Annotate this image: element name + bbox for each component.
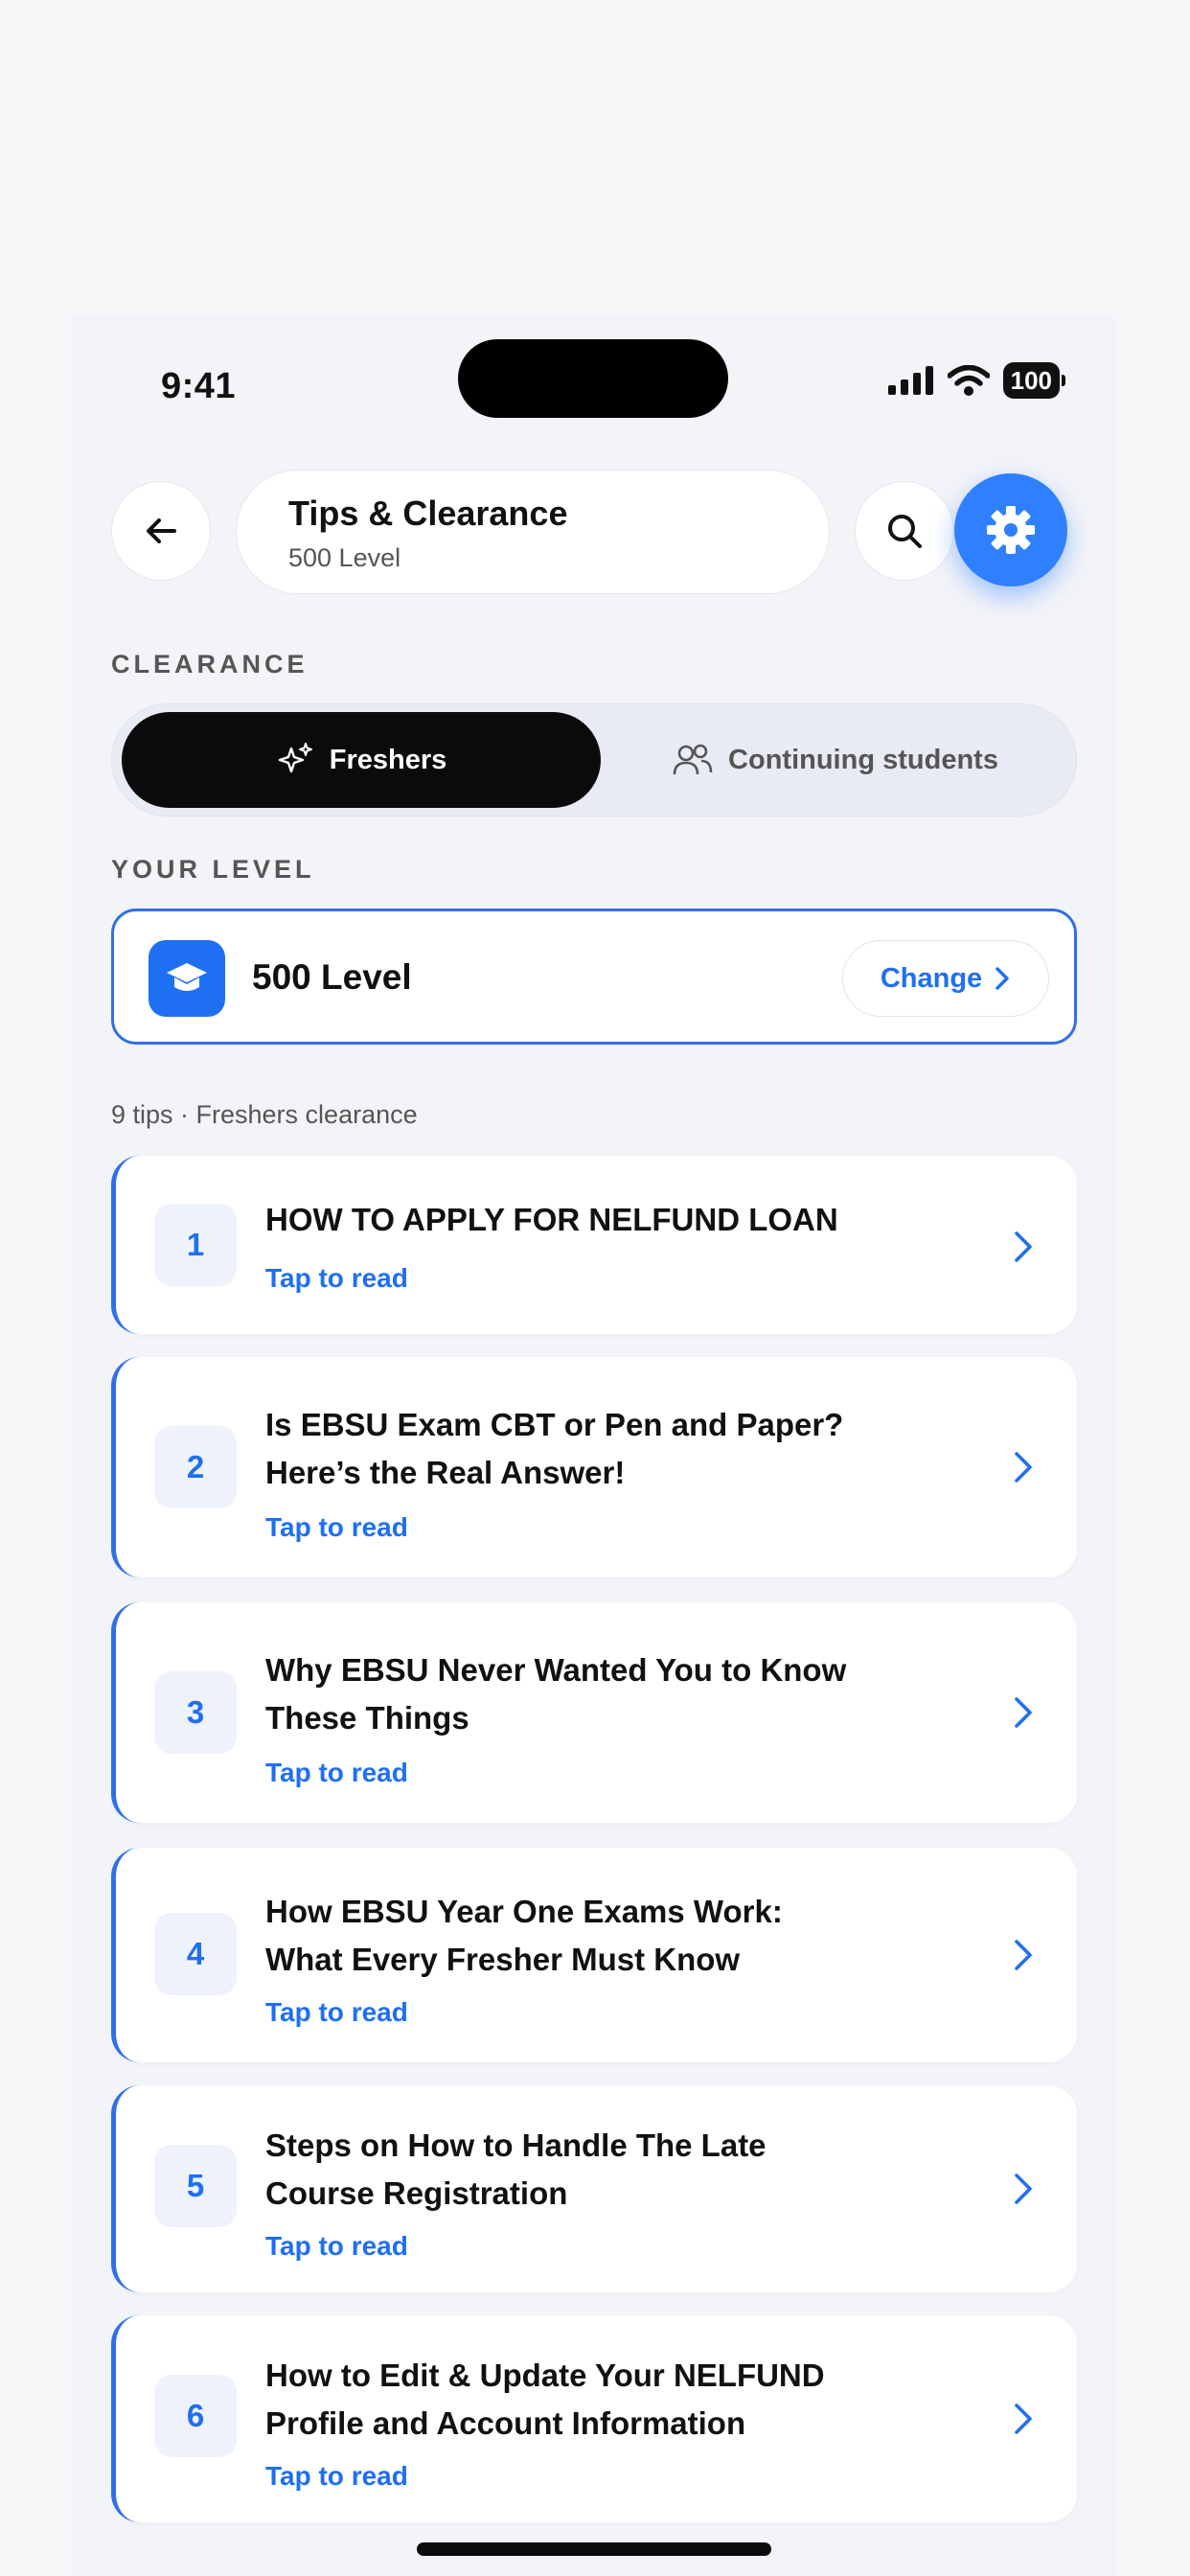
tip-title-line: What Every Fresher Must Know: [265, 1942, 741, 1977]
level-icon-box: [149, 940, 225, 1017]
settings-button[interactable]: [954, 473, 1067, 586]
header: Tips & Clearance 500 Level: [111, 470, 1077, 594]
title-pill: Tips & Clearance 500 Level: [236, 470, 830, 594]
clearance-section-label: CLEARANCE: [111, 650, 309, 678]
tip-title-line: Course Registration: [265, 2175, 568, 2211]
users-icon: [673, 744, 713, 775]
tip-title-line: Why EBSU Never Wanted You to Know: [265, 1652, 847, 1688]
tips-count: 9 tips · Freshers clearance: [111, 1100, 418, 1129]
app-screen: 9:41 100 Tips & Clearance 500 Level CLEA…: [71, 316, 1117, 2576]
tip-card[interactable]: 4 How EBSU Year One Exams Work: What Eve…: [111, 1848, 1077, 2062]
search-icon: [888, 515, 922, 548]
tip-card[interactable]: 3 Why EBSU Never Wanted You to Know Thes…: [111, 1602, 1077, 1823]
chevron-right-icon: [1015, 1231, 1032, 1262]
gear-icon: [987, 506, 1035, 554]
tip-title-line: HOW TO APPLY FOR NELFUND LOAN: [265, 1202, 838, 1237]
page-title: Tips & Clearance: [288, 494, 568, 533]
tip-title-line: How EBSU Year One Exams Work:: [265, 1894, 783, 1929]
change-level-button[interactable]: Change: [842, 940, 1049, 1017]
tip-action: Tap to read: [265, 1263, 408, 1293]
level-name: 500 Level: [252, 957, 412, 997]
chevron-right-icon: [1015, 1452, 1032, 1483]
chevron-right-icon: [995, 967, 1009, 990]
sparkles-icon: [278, 743, 312, 773]
tip-action: Tap to read: [265, 2231, 408, 2261]
tip-title: How to Edit & Update Your NELFUND Profil…: [265, 2352, 917, 2448]
chevron-right-icon: [1015, 1697, 1032, 1728]
chevron-right-icon: [1015, 1940, 1032, 1970]
battery-indicator: 100: [1002, 362, 1066, 399]
back-button[interactable]: [111, 481, 211, 581]
arrow-left-icon: [147, 518, 176, 543]
tip-title-line: Steps on How to Handle The Late: [265, 2128, 767, 2163]
tip-action: Tap to read: [265, 1758, 408, 1787]
level-card: 500 Level Change: [111, 908, 1077, 1045]
tip-title: How EBSU Year One Exams Work: What Every…: [265, 1888, 917, 1984]
tab-continuing-students[interactable]: Continuing students: [601, 712, 1070, 808]
tip-title-line: Here’s the Real Answer!: [265, 1455, 626, 1490]
dynamic-island: [458, 339, 728, 418]
clearance-segmented-control: Freshers Continuing students: [111, 703, 1077, 816]
page-subtitle: 500 Level: [288, 543, 401, 572]
change-label: Change: [880, 962, 983, 994]
tip-number: 4: [154, 1913, 237, 1995]
wifi-icon: [947, 365, 990, 396]
tip-title: Steps on How to Handle The Late Course R…: [265, 2122, 917, 2218]
tip-title-line: How to Edit & Update Your NELFUND: [265, 2358, 825, 2393]
tip-action: Tap to read: [265, 2461, 408, 2491]
your-level-section-label: YOUR LEVEL: [111, 855, 315, 884]
tip-number: 3: [154, 1671, 237, 1754]
tip-action: Tap to read: [265, 1997, 408, 2027]
cellular-signal-icon: [887, 366, 933, 395]
tip-card[interactable]: 5 Steps on How to Handle The Late Course…: [111, 2085, 1077, 2292]
tip-number: 5: [154, 2145, 237, 2227]
tip-card[interactable]: 1 HOW TO APPLY FOR NELFUND LOAN Tap to r…: [111, 1156, 1077, 1334]
tip-title-line: These Things: [265, 1700, 469, 1736]
graduation-cap-icon: [167, 963, 207, 991]
tip-number: 2: [154, 1426, 237, 1508]
home-indicator: [417, 2542, 771, 2556]
tab-freshers[interactable]: Freshers: [122, 712, 601, 808]
tip-title-line: Is EBSU Exam CBT or Pen and Paper?: [265, 1407, 844, 1442]
tip-title: HOW TO APPLY FOR NELFUND LOAN: [265, 1196, 917, 1244]
tip-title: Why EBSU Never Wanted You to Know These …: [265, 1646, 917, 1742]
tip-number: 1: [154, 1204, 237, 1286]
tip-card[interactable]: 2 Is EBSU Exam CBT or Pen and Paper? Her…: [111, 1357, 1077, 1577]
search-button[interactable]: [855, 481, 954, 581]
status-icons: 100: [887, 362, 1066, 399]
tab-freshers-label: Freshers: [329, 744, 447, 775]
status-time: 9:41: [161, 366, 237, 406]
tip-title-line: Profile and Account Information: [265, 2405, 746, 2441]
tip-action: Tap to read: [265, 1512, 408, 1542]
chevron-right-icon: [1015, 2404, 1032, 2434]
tip-card[interactable]: 6 How to Edit & Update Your NELFUND Prof…: [111, 2315, 1077, 2522]
chevron-right-icon: [1015, 2174, 1032, 2204]
tab-continuing-students-label: Continuing students: [728, 744, 998, 775]
status-bar: 9:41 100: [71, 316, 1117, 431]
tip-number: 6: [154, 2375, 237, 2457]
tip-title: Is EBSU Exam CBT or Pen and Paper? Here’…: [265, 1401, 917, 1497]
